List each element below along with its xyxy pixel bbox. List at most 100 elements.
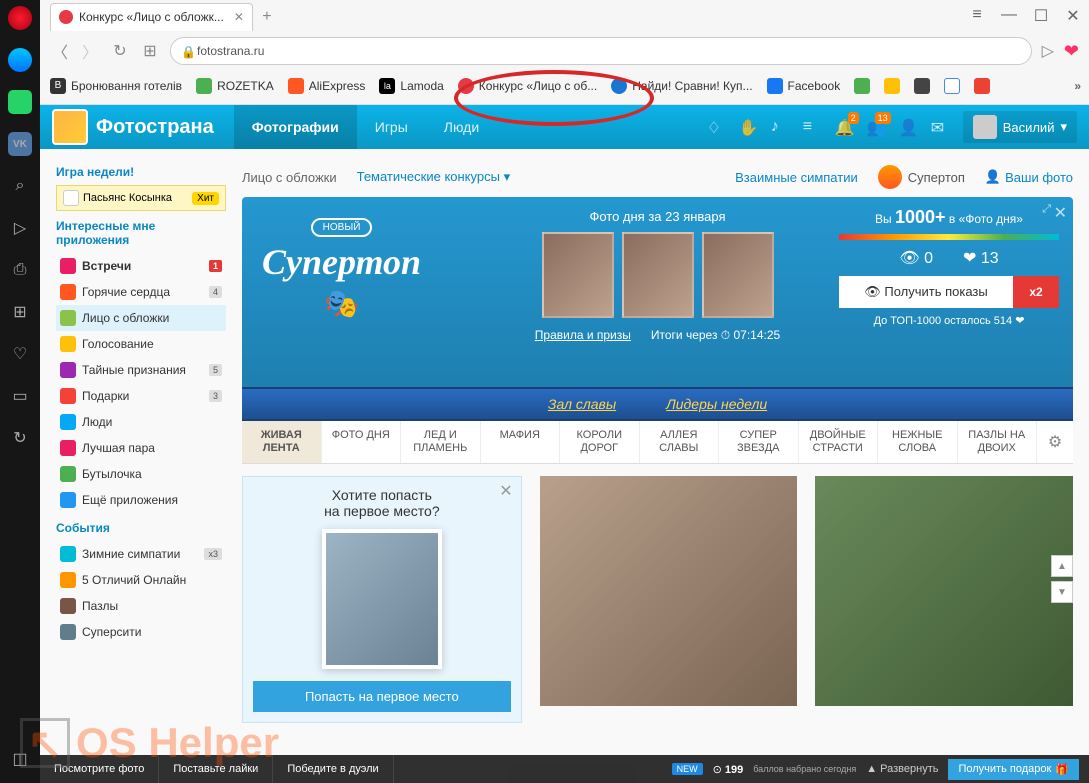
back-button[interactable]: 〈 — [50, 39, 70, 63]
new-tab-button[interactable]: + — [253, 3, 281, 31]
sidebar-app-item[interactable]: Лицо с обложки — [56, 305, 226, 331]
sidebar-app-item[interactable]: Горячие сердца4 — [56, 279, 226, 305]
bell-icon[interactable]: 🔔2 — [835, 118, 853, 136]
category-tab[interactable]: НЕЖНЫЕ СЛОВА — [878, 421, 958, 463]
sidebar-app-item[interactable]: Встречи1 — [56, 253, 226, 279]
user-add-icon[interactable]: 👤 — [899, 118, 917, 136]
music-icon[interactable]: ♪ — [771, 118, 789, 136]
expand-button[interactable]: ▲ Развернуть — [866, 763, 938, 775]
shield-icon[interactable]: ♢ — [707, 118, 725, 136]
docs-icon[interactable] — [914, 78, 930, 94]
close-window-icon[interactable]: ✕ — [1065, 6, 1081, 26]
vk-icon[interactable]: VK — [8, 132, 32, 156]
forward-button[interactable]: 〉 — [80, 39, 100, 63]
bookmark-item[interactable]: ROZETKA — [196, 78, 274, 94]
category-tab[interactable]: ЛЕД И ПЛАМЕНЬ — [401, 421, 481, 463]
bookmark-item[interactable]: AliExpress — [288, 78, 366, 94]
subnav-yourphotos[interactable]: 👤 Ваши фото — [985, 169, 1073, 185]
bookmarks-more-icon[interactable]: » — [1074, 79, 1081, 93]
category-tab[interactable]: СУПЕР ЗВЕЗДА — [719, 421, 799, 463]
sidebar-app-item[interactable]: Люди — [56, 409, 226, 435]
site-brand[interactable]: Фотострана — [96, 116, 214, 139]
hero-photo[interactable] — [542, 232, 614, 318]
category-tab[interactable]: ДВОЙНЫЕ СТРАСТИ — [799, 421, 879, 463]
history-icon[interactable]: ↻ — [8, 426, 32, 450]
hero-photo[interactable] — [702, 232, 774, 318]
promo-button[interactable]: Попасть на первое место — [253, 681, 511, 712]
maximize-icon[interactable]: ☐ — [1033, 6, 1049, 26]
category-tab[interactable]: ФОТО ДНЯ — [322, 421, 402, 463]
subnav-supertop[interactable]: Супертоп — [878, 165, 965, 189]
speed-dial-icon[interactable]: ⊞ — [140, 41, 160, 61]
bookmark-item[interactable]: BБронювання готелів — [50, 78, 182, 94]
footer-item[interactable]: Победите в дуэли — [273, 755, 393, 783]
bookmark-item[interactable]: Конкурс «Лицо с об... — [458, 78, 597, 94]
reload-button[interactable]: ↻ — [110, 41, 130, 61]
settings-gear-icon[interactable]: ⚙ — [1037, 421, 1073, 463]
category-tab[interactable]: КОРОЛИ ДОРОГ — [560, 421, 640, 463]
camera-icon[interactable]: ⎙ — [8, 258, 32, 282]
sidebar-app-item[interactable]: Бутылочка — [56, 461, 226, 487]
sidebar-app-item[interactable]: Лучшая пара — [56, 435, 226, 461]
bookmark-item[interactable]: Найди! Сравни! Куп... — [611, 78, 752, 94]
gmail-icon[interactable] — [974, 78, 990, 94]
opera-logo-icon[interactable] — [8, 6, 32, 30]
footer-item[interactable]: Посмотрите фото — [40, 755, 159, 783]
subnav-face[interactable]: Лицо с обложки — [242, 170, 337, 185]
sidebar-event-item[interactable]: 5 Отличий Онлайн — [56, 567, 226, 593]
sidebar-event-item[interactable]: Зимние симпатииx3 — [56, 541, 226, 567]
feed-photo[interactable] — [540, 476, 798, 723]
user-menu[interactable]: Василий ▾ — [963, 111, 1077, 143]
sidebar-event-item[interactable]: Суперсити — [56, 619, 226, 645]
bookmark-item[interactable]: Facebook — [767, 78, 841, 94]
get-views-button[interactable]: 👁 Получить показы x2 — [839, 276, 1059, 308]
google-icon[interactable] — [944, 78, 960, 94]
tab-close-icon[interactable]: ✕ — [234, 10, 244, 24]
hall-of-fame-link[interactable]: Зал славы — [548, 396, 616, 412]
bookmark-item[interactable]: laLamoda — [379, 78, 443, 94]
subnav-mutual[interactable]: Взаимные симпатии — [735, 170, 858, 185]
sidebar-app-item[interactable]: Подарки3 — [56, 383, 226, 409]
category-tab[interactable]: АЛЛЕЯ СЛАВЫ — [640, 421, 720, 463]
scroll-up-icon[interactable]: ▲ — [1051, 555, 1073, 577]
search-icon[interactable]: ⌕ — [8, 174, 32, 198]
feed-photo[interactable] — [815, 476, 1073, 723]
news-icon[interactable]: ▭ — [8, 384, 32, 408]
send-icon[interactable]: ▷ — [8, 216, 32, 240]
nav-games[interactable]: Игры — [357, 105, 426, 149]
hand-icon[interactable]: ✋ — [739, 118, 757, 136]
category-tab[interactable]: МАФИЯ — [481, 421, 561, 463]
sidebar-app-item[interactable]: Голосование — [56, 331, 226, 357]
mail-icon[interactable]: ✉ — [931, 118, 949, 136]
menu-icon[interactable]: ≡ — [969, 6, 985, 26]
scroll-down-icon[interactable]: ▼ — [1051, 581, 1073, 603]
hero-photo[interactable] — [622, 232, 694, 318]
subnav-themes[interactable]: Тематические конкурсы ▾ — [357, 169, 510, 185]
category-tab[interactable]: ЖИВАЯ ЛЕНТА — [242, 421, 322, 463]
promo-close-icon[interactable]: ✕ — [499, 481, 512, 501]
sidebar-toggle-icon[interactable]: ◫ — [8, 747, 32, 771]
hit-game[interactable]: Пасьянс Косынка Хит — [56, 185, 226, 211]
browser-tab[interactable]: Конкурс «Лицо с обложк... ✕ — [50, 3, 253, 31]
address-bar[interactable]: 🔒 fotostrana.ru — [170, 37, 1032, 65]
grid-icon[interactable]: ⊞ — [8, 300, 32, 324]
drive-icon[interactable] — [854, 78, 870, 94]
site-logo-icon[interactable] — [52, 109, 88, 145]
week-leaders-link[interactable]: Лидеры недели — [666, 396, 767, 412]
arrow-icon[interactable]: ▷ — [1042, 41, 1054, 61]
sidebar-event-item[interactable]: Пазлы — [56, 593, 226, 619]
rules-link[interactable]: Правила и призы — [535, 328, 631, 343]
sidebar-app-item[interactable]: Тайные признания5 — [56, 357, 226, 383]
minimize-icon[interactable]: — — [1001, 6, 1017, 26]
category-tab[interactable]: ПАЗЛЫ НА ДВОИХ — [958, 421, 1038, 463]
drive-icon[interactable] — [884, 78, 900, 94]
heart-icon[interactable]: ❤ — [1064, 41, 1079, 62]
nav-photos[interactable]: Фотографии — [234, 105, 357, 149]
sidebar-app-item[interactable]: Ещё приложения — [56, 487, 226, 513]
gift-button[interactable]: Получить подарок 🎁 — [948, 759, 1079, 780]
messenger-icon[interactable] — [8, 48, 32, 72]
friends-icon[interactable]: 👥13 — [867, 118, 885, 136]
footer-item[interactable]: Поставьте лайки — [159, 755, 273, 783]
heart-outline-icon[interactable]: ♡ — [8, 342, 32, 366]
list-icon[interactable]: ≡ — [803, 118, 821, 136]
